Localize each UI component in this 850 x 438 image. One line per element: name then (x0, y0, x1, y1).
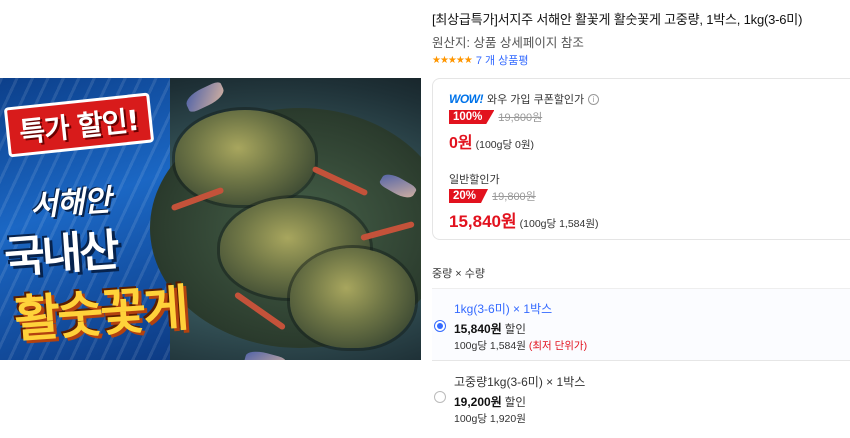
option-price: 19,200원 할인 (454, 393, 526, 410)
crab-claw (243, 348, 287, 360)
product-origin: 원산지: 상품 상세페이지 참조 (432, 36, 584, 50)
general-discount-badge: 20% (449, 189, 489, 203)
price-box: WOW! 와우 가입 쿠폰할인가 i 100% 19,800원 0원 (100g… (432, 78, 850, 240)
radio-selected-icon[interactable] (434, 320, 446, 332)
option-unit-price: 100g당 1,920원 (454, 413, 526, 425)
option-price-suffix: 할인 (504, 397, 526, 409)
option-price-suffix: 할인 (504, 324, 526, 336)
option-unit-price: 100g당 1,584원 (454, 340, 526, 352)
wow-coupon-label: 와우 가입 쿠폰할인가 (486, 94, 585, 106)
wow-discount-row: 100% 19,800원 (449, 109, 542, 125)
option-price-value: 19,200원 (454, 395, 502, 409)
option-price-value: 15,840원 (454, 322, 502, 336)
options-header: 중량 × 수량 (432, 268, 486, 280)
option-price: 15,840원 할인 (454, 320, 526, 337)
option-name: 고중량1kg(3-6미) × 1박스 (454, 375, 586, 389)
product-image: 특가 할인! 서해안 국내산 활숫꽃게 (0, 78, 421, 360)
option-unit-price-row: 100g당 1,584원 (최저 단위가) (454, 338, 587, 353)
option-unit-price-row: 100g당 1,920원 (454, 411, 526, 426)
image-crab-text: 활숫꽃게 (12, 279, 189, 349)
product-info-panel: [최상급특가]서지주 서해안 활꽃게 활숫꽃게 고중량, 1박스, 1kg(3-… (432, 0, 850, 438)
wow-unit-price: (100g당 0원) (475, 139, 535, 151)
review-count-link[interactable]: 7 개 상품평 (476, 52, 529, 68)
product-title: [최상급특가]서지주 서해안 활꽃게 활숫꽃게 고중량, 1박스, 1kg(3-… (432, 12, 803, 27)
crab-illustration (290, 248, 415, 348)
wow-price: 0원 (449, 135, 473, 152)
wow-discount-badge: 100% (449, 110, 495, 124)
wow-price-row: 0원 (100g당 0원) (449, 129, 534, 153)
star-rating-icon: ★★★★★ (432, 54, 473, 66)
product-rating[interactable]: ★★★★★ 7 개 상품평 (432, 52, 529, 68)
general-discount-row: 20% 19,800원 (449, 188, 536, 204)
wow-coupon-row: WOW! 와우 가입 쿠폰할인가 i (449, 91, 600, 107)
general-price: 15,840원 (449, 212, 517, 231)
general-unit-price: (100g당 1,584원) (519, 218, 599, 230)
wow-original-price: 19,800원 (498, 112, 543, 124)
lowest-unit-badge: (최저 단위가) (528, 340, 588, 352)
crab-illustration (175, 110, 315, 205)
option-item[interactable]: 고중량1kg(3-6미) × 1박스 19,200원 할인 100g당 1,92… (432, 360, 850, 438)
info-icon[interactable]: i (588, 93, 600, 105)
option-name: 1kg(3-6미) × 1박스 (454, 302, 553, 316)
general-discount-label: 일반할인가 (449, 174, 500, 186)
option-item[interactable]: 1kg(3-6미) × 1박스 15,840원 할인 100g당 1,584원 … (432, 288, 850, 360)
option-list: 1kg(3-6미) × 1박스 15,840원 할인 100g당 1,584원 … (432, 288, 850, 438)
wow-logo: WOW! (449, 92, 483, 106)
general-price-row: 15,840원 (100g당 1,584원) (449, 207, 599, 232)
general-original-price: 19,800원 (492, 191, 536, 203)
radio-unselected-icon[interactable] (434, 391, 446, 403)
crab-claw (183, 80, 227, 114)
